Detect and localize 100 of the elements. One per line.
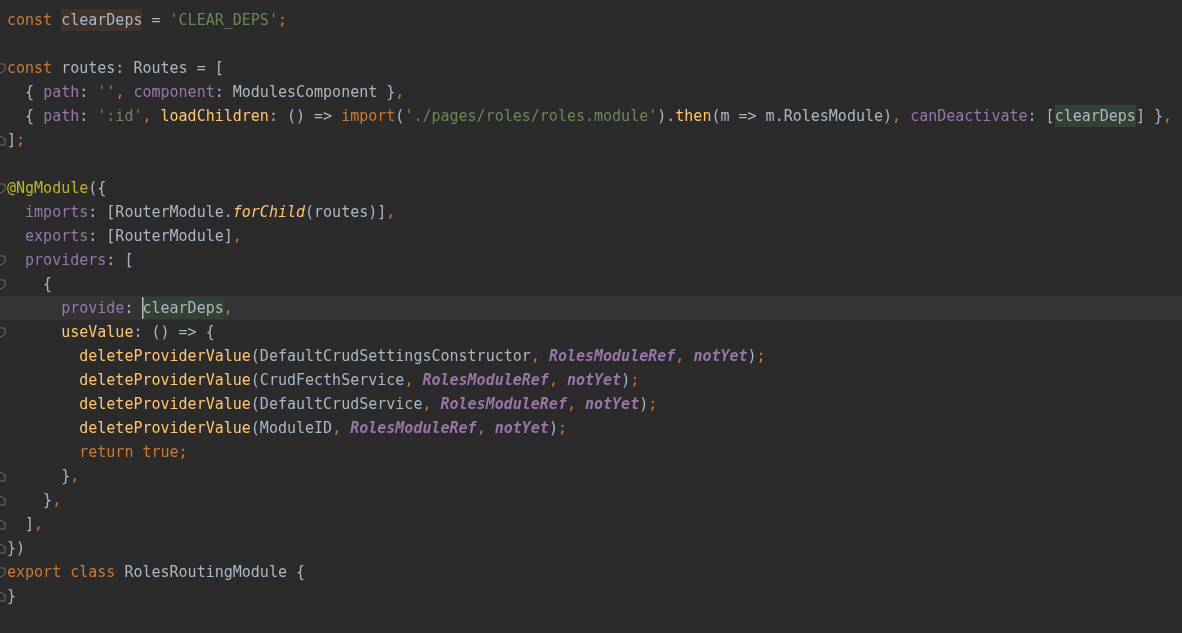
- code-token: 'CLEAR_DEPS': [169, 10, 278, 31]
- code-token: ({: [88, 178, 107, 199]
- code-token: import: [341, 106, 396, 127]
- code-token: (routes)]: [305, 202, 387, 223]
- code-token: './pages/roles/roles.module': [404, 106, 658, 127]
- code-token: then: [675, 106, 712, 127]
- fold-icon[interactable]: [0, 518, 6, 530]
- code-token: ,: [675, 346, 686, 367]
- fold-icon[interactable]: [0, 182, 6, 194]
- code-token: notYet: [566, 370, 622, 391]
- code-token: deleteProviderValue: [78, 370, 251, 391]
- fold-icon[interactable]: [0, 134, 6, 146]
- fold-icon[interactable]: [0, 326, 6, 338]
- code-token: : () =>: [268, 106, 334, 127]
- highlighted-identifier: clearDeps: [142, 297, 224, 319]
- fold-icon[interactable]: [0, 254, 6, 266]
- code-token: '': [97, 82, 116, 103]
- code-token: ] }: [1135, 106, 1163, 127]
- code-token: useValue: [60, 322, 134, 343]
- code-token: exports: [24, 226, 89, 247]
- code-token: RolesModuleRef: [350, 418, 477, 439]
- highlighted-identifier: clearDeps: [1054, 105, 1136, 127]
- code-token: RolesModuleRef: [548, 346, 676, 367]
- code-token: ,: [223, 298, 233, 319]
- code-token: : [RouterModule]: [88, 226, 233, 247]
- code-token: RolesModuleRef: [422, 370, 549, 391]
- code-token: ,: [530, 346, 541, 367]
- code-token: : [: [106, 250, 134, 271]
- code-token: notYet: [585, 394, 640, 415]
- code-token: ,: [548, 370, 559, 391]
- code-token: RolesModuleRef: [440, 394, 567, 415]
- code-token: ;: [648, 394, 658, 415]
- fold-icon[interactable]: [0, 590, 6, 602]
- code-token: ,: [52, 490, 62, 511]
- code-token: const: [7, 10, 54, 31]
- code-token: (DefaultCrudService: [250, 394, 423, 415]
- fold-icon[interactable]: [0, 62, 6, 74]
- code-token: deleteProviderValue: [78, 418, 251, 439]
- code-token: ,: [115, 82, 126, 103]
- code-token: : [RouterModule.: [88, 202, 233, 223]
- code-token: ,: [566, 394, 577, 415]
- code-token: ,: [142, 106, 153, 127]
- code-token: path: [43, 106, 80, 127]
- code-token: {: [24, 82, 36, 103]
- code-token: ;: [630, 370, 640, 391]
- code-token: providers: [24, 250, 107, 271]
- code-token: return true;: [78, 442, 188, 463]
- code-token: ,: [232, 226, 242, 247]
- code-token: provide: [60, 298, 125, 319]
- code-token: }): [7, 538, 26, 559]
- code-token: ,: [332, 418, 343, 439]
- code-token: ,: [476, 418, 487, 439]
- code-token: ,: [892, 106, 903, 127]
- code-token: routes: Routes = [: [61, 58, 224, 79]
- fold-icon[interactable]: [0, 470, 6, 482]
- code-token: :: [79, 82, 90, 103]
- code-token: : [: [1027, 106, 1055, 127]
- code-token: ]: [7, 130, 17, 151]
- fold-icon[interactable]: [0, 566, 6, 578]
- code-token: ).: [657, 106, 676, 127]
- code-token: :: [124, 298, 135, 319]
- code-token: ]: [24, 514, 35, 535]
- code-token: ;: [756, 346, 766, 367]
- code-token: ,: [70, 466, 80, 487]
- code-token: ,: [386, 202, 396, 223]
- fold-icon[interactable]: [0, 278, 6, 290]
- code-token: : ModulesComponent }: [214, 82, 396, 103]
- code-token: ): [548, 418, 558, 439]
- code-token: =: [150, 10, 162, 31]
- code-token: component: [133, 82, 215, 103]
- code-token: (ModuleID: [250, 418, 333, 439]
- code-token: ): [639, 394, 649, 415]
- code-token: ,: [395, 82, 405, 103]
- code-token: {: [24, 106, 36, 127]
- code-token: ;: [557, 418, 567, 439]
- code-token: (DefaultCrudSettingsConstructor: [250, 346, 531, 367]
- code-token: (: [395, 106, 405, 127]
- code-token: path: [43, 82, 80, 103]
- code-token: ,: [1163, 106, 1173, 127]
- code-token: ,: [404, 370, 415, 391]
- code-token: }: [7, 586, 17, 607]
- code-token: (CrudFecthService: [250, 370, 405, 391]
- fold-icon[interactable]: [0, 494, 6, 506]
- code-token: ':id': [97, 106, 143, 127]
- fold-icon[interactable]: [0, 542, 6, 554]
- code-token: const: [7, 58, 54, 79]
- code-token: RolesRoutingModule {: [124, 562, 306, 583]
- code-token: notYet: [494, 418, 549, 439]
- code-token: deleteProviderValue: [78, 394, 251, 415]
- code-token: ): [621, 370, 631, 391]
- highlighted-identifier: clearDeps: [61, 9, 143, 31]
- code-token: deleteProviderValue: [78, 346, 251, 367]
- code-token: :: [79, 106, 90, 127]
- code-token: forChild: [232, 202, 306, 223]
- code-token: canDeactivate: [910, 106, 1028, 127]
- code-token: notYet: [693, 346, 748, 367]
- code-token: }: [42, 490, 53, 511]
- code-token: (m => m.RolesModule): [711, 106, 893, 127]
- code-token: }: [60, 466, 71, 487]
- code-token: {: [42, 274, 53, 295]
